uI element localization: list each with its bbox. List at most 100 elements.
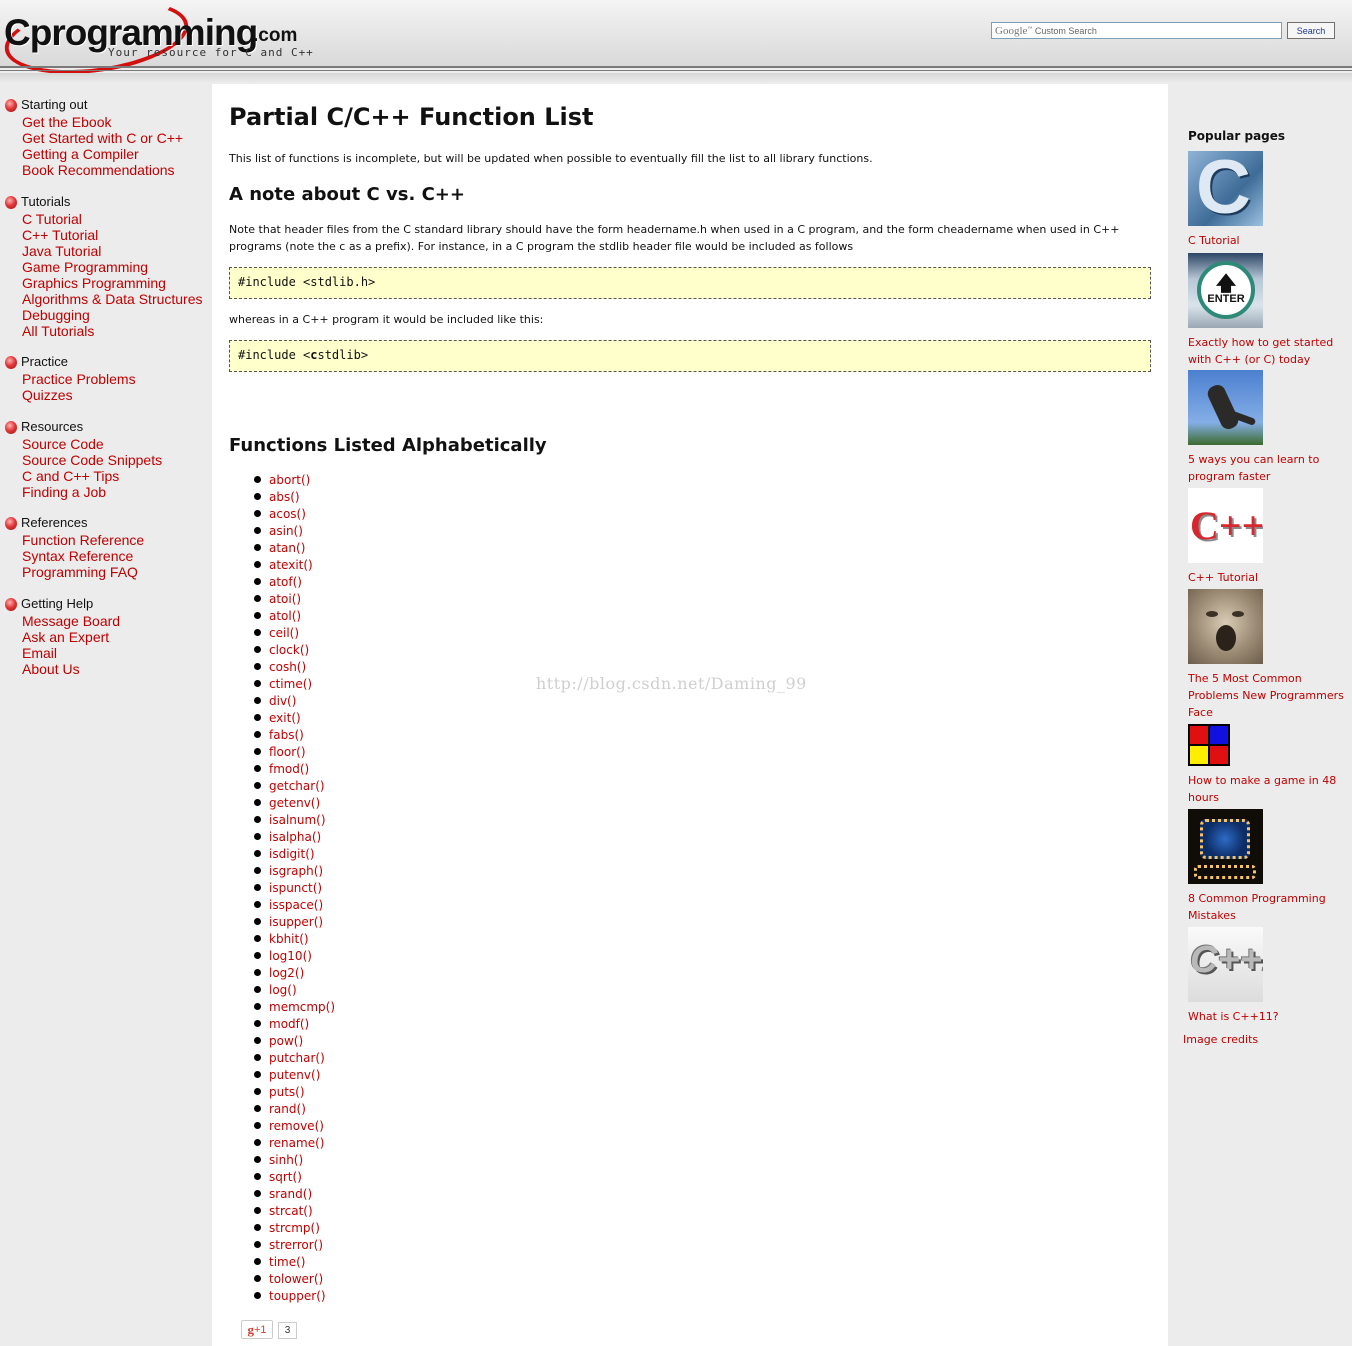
runner-statue-thumbnail[interactable] — [1188, 370, 1263, 445]
nav-link-practice-problems[interactable]: Practice Problems — [0, 371, 212, 387]
function-link[interactable]: isupper() — [269, 915, 323, 929]
nav-link-get-the-ebook[interactable]: Get the Ebook — [0, 114, 212, 130]
color-grid-thumbnail[interactable] — [1188, 724, 1230, 766]
function-link[interactable]: modf() — [269, 1017, 309, 1031]
nav-link-syntax-reference[interactable]: Syntax Reference — [0, 548, 212, 564]
popular-link-game-48-hours[interactable]: How to make a game in 48 hours — [1188, 772, 1348, 806]
function-link[interactable]: atoi() — [269, 592, 301, 606]
cpp11-logo-thumbnail[interactable]: C++11 — [1188, 927, 1263, 1002]
popular-link-common-problems[interactable]: The 5 Most Common Problems New Programme… — [1188, 670, 1348, 721]
function-link[interactable]: abort() — [269, 473, 310, 487]
function-link[interactable]: isalnum() — [269, 813, 326, 827]
screaming-face-thumbnail[interactable] — [1188, 589, 1263, 664]
function-link[interactable]: isdigit() — [269, 847, 315, 861]
nav-link-email[interactable]: Email — [0, 645, 212, 661]
nav-link-function-reference[interactable]: Function Reference — [0, 532, 212, 548]
nav-link-quizzes[interactable]: Quizzes — [0, 387, 212, 403]
nav-link-programming-faq[interactable]: Programming FAQ — [0, 564, 212, 580]
main-content: Partial C/C++ Function List This list of… — [212, 84, 1168, 1346]
nav-link-graphics-programming[interactable]: Graphics Programming — [0, 275, 212, 291]
function-link[interactable]: puts() — [269, 1085, 305, 1099]
function-link[interactable]: kbhit() — [269, 932, 309, 946]
function-link[interactable]: cosh() — [269, 660, 306, 674]
function-link[interactable]: log2() — [269, 966, 304, 980]
site-logo[interactable]: Cprogramming .com Your resource for C an… — [0, 0, 330, 85]
function-link[interactable]: acos() — [269, 507, 306, 521]
function-link[interactable]: atan() — [269, 541, 305, 555]
function-link[interactable]: clock() — [269, 643, 309, 657]
function-link[interactable]: isalpha() — [269, 830, 321, 844]
function-link[interactable]: srand() — [269, 1187, 312, 1201]
cpp-logo-thumbnail[interactable]: C++ — [1188, 488, 1263, 563]
function-link[interactable]: rename() — [269, 1136, 324, 1150]
function-link[interactable]: floor() — [269, 745, 306, 759]
nav-link-about-us[interactable]: About Us — [0, 661, 212, 677]
search-input[interactable]: Google™ Custom Search — [991, 22, 1282, 39]
popular-link-learn-faster[interactable]: 5 ways you can learn to program faster — [1188, 451, 1348, 485]
nav-link-getting-a-compiler[interactable]: Getting a Compiler — [0, 146, 212, 162]
function-link[interactable]: ispunct() — [269, 881, 322, 895]
function-link[interactable]: putenv() — [269, 1068, 320, 1082]
popular-link-get-started[interactable]: Exactly how to get started with C++ (or … — [1188, 334, 1348, 368]
function-link[interactable]: fmod() — [269, 762, 309, 776]
function-link[interactable]: getenv() — [269, 796, 320, 810]
function-link[interactable]: fabs() — [269, 728, 304, 742]
popular-link-c-tutorial[interactable]: C Tutorial — [1188, 232, 1348, 249]
function-link[interactable]: strcmp() — [269, 1221, 320, 1235]
function-link[interactable]: strcat() — [269, 1204, 313, 1218]
google-plus-button[interactable]: g +1 — [241, 1320, 273, 1339]
function-link[interactable]: memcmp() — [269, 1000, 335, 1014]
function-link[interactable]: time() — [269, 1255, 305, 1269]
nav-heading: References — [0, 514, 212, 532]
c-letter-thumbnail[interactable]: C — [1188, 151, 1263, 226]
nav-link-cpp-tutorial[interactable]: C++ Tutorial — [0, 227, 212, 243]
enter-key-thumbnail[interactable]: 🡅 ENTER — [1188, 253, 1263, 328]
function-link[interactable]: sqrt() — [269, 1170, 302, 1184]
nav-section-references: References Function Reference Syntax Ref… — [0, 514, 212, 580]
function-link[interactable]: ctime() — [269, 677, 312, 691]
function-link[interactable]: atof() — [269, 575, 302, 589]
nav-link-book-recommendations[interactable]: Book Recommendations — [0, 162, 212, 178]
function-link[interactable]: remove() — [269, 1119, 324, 1133]
nav-link-all-tutorials[interactable]: All Tutorials — [0, 323, 212, 339]
nav-link-algorithms[interactable]: Algorithms & Data Structures — [0, 291, 212, 307]
popular-link-programming-mistakes[interactable]: 8 Common Programming Mistakes — [1188, 890, 1348, 924]
image-credits-link[interactable]: Image credits — [1183, 1033, 1258, 1046]
function-link[interactable]: tolower() — [269, 1272, 323, 1286]
function-link[interactable]: rand() — [269, 1102, 306, 1116]
popular-link-cpp11[interactable]: What is C++11? — [1188, 1008, 1348, 1025]
function-link[interactable]: atexit() — [269, 558, 313, 572]
red-bullet-icon — [5, 421, 17, 434]
search-button[interactable]: Search — [1287, 22, 1335, 39]
function-link[interactable]: pow() — [269, 1034, 303, 1048]
nav-link-debugging[interactable]: Debugging — [0, 307, 212, 323]
nav-link-game-programming[interactable]: Game Programming — [0, 259, 212, 275]
function-link[interactable]: isspace() — [269, 898, 323, 912]
function-link[interactable]: toupper() — [269, 1289, 326, 1303]
function-link[interactable]: atol() — [269, 609, 301, 623]
nav-heading: Resources — [0, 418, 212, 436]
function-link[interactable]: sinh() — [269, 1153, 303, 1167]
nav-link-message-board[interactable]: Message Board — [0, 613, 212, 629]
nav-link-source-code-snippets[interactable]: Source Code Snippets — [0, 452, 212, 468]
function-link[interactable]: asin() — [269, 524, 303, 538]
function-link[interactable]: strerror() — [269, 1238, 323, 1252]
popular-link-cpp-tutorial[interactable]: C++ Tutorial — [1188, 569, 1348, 586]
function-link[interactable]: exit() — [269, 711, 301, 725]
function-link[interactable]: abs() — [269, 490, 300, 504]
function-link[interactable]: getchar() — [269, 779, 325, 793]
function-link[interactable]: putchar() — [269, 1051, 325, 1065]
lit-monitor-thumbnail[interactable] — [1188, 809, 1263, 884]
function-link[interactable]: ceil() — [269, 626, 299, 640]
nav-link-get-started[interactable]: Get Started with C or C++ — [0, 130, 212, 146]
function-link[interactable]: isgraph() — [269, 864, 323, 878]
nav-link-java-tutorial[interactable]: Java Tutorial — [0, 243, 212, 259]
function-link[interactable]: log() — [269, 983, 297, 997]
nav-link-finding-a-job[interactable]: Finding a Job — [0, 484, 212, 500]
nav-link-ask-an-expert[interactable]: Ask an Expert — [0, 629, 212, 645]
nav-link-source-code[interactable]: Source Code — [0, 436, 212, 452]
nav-link-c-tutorial[interactable]: C Tutorial — [0, 211, 212, 227]
nav-link-tips[interactable]: C and C++ Tips — [0, 468, 212, 484]
function-link[interactable]: div() — [269, 694, 296, 708]
function-link[interactable]: log10() — [269, 949, 312, 963]
